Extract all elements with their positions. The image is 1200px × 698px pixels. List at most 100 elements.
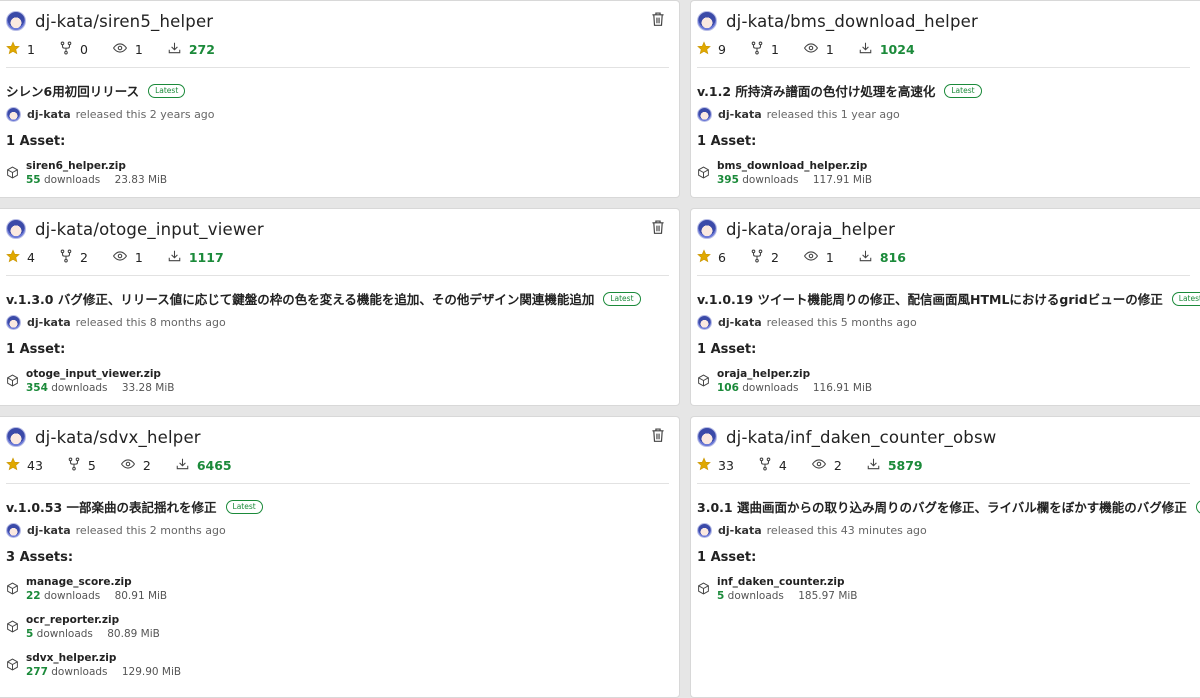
release-author: dj-kata released this 2 months ago (6, 523, 226, 538)
release-row: v.1.3.0 バグ修正、リリース値に応じて鍵盤の枠の色を変える機能を追加、その… (6, 289, 669, 308)
star-icon (6, 248, 27, 266)
release-title[interactable]: v.1.2 所持済み譜面の色付け処理を高速化 (697, 81, 935, 100)
star-icon (697, 456, 718, 474)
forks-count: 2 (79, 249, 88, 265)
stars-stat: 33 (697, 456, 734, 474)
asset-filename[interactable]: siren6_helper.zip (26, 159, 167, 173)
author-name[interactable]: dj-kata (718, 524, 762, 537)
asset-meta: 354 downloads 33.28 MiB (26, 381, 174, 396)
asset-item[interactable]: otoge_input_viewer.zip 354 downloads 33.… (6, 367, 174, 396)
repo-card: dj-kata/siren5_helper 1 0 1 272 シレン6用初回リ… (0, 0, 680, 198)
asset-download-count: 277 (26, 666, 48, 678)
watchers-stat: 1 (803, 41, 834, 58)
asset-filename[interactable]: ocr_reporter.zip (26, 613, 160, 627)
release-title[interactable]: v.1.3.0 バグ修正、リリース値に応じて鍵盤の枠の色を変える機能を追加、その… (6, 289, 594, 308)
watchers-stat: 1 (803, 249, 834, 266)
stars-stat: 6 (697, 248, 726, 266)
stars-count: 1 (27, 41, 35, 57)
asset-filename[interactable]: oraja_helper.zip (717, 367, 872, 381)
asset-filename[interactable]: otoge_input_viewer.zip (26, 367, 174, 381)
repo-stats: 9 1 1 1024 (697, 40, 939, 58)
asset-size: 80.91 MiB (114, 590, 168, 602)
asset-item[interactable]: ocr_reporter.zip 5 downloads 80.89 MiB (6, 613, 160, 642)
repo-name[interactable]: dj-kata/otoge_input_viewer (35, 220, 264, 239)
asset-filename[interactable]: bms_download_helper.zip (717, 159, 872, 173)
asset-item[interactable]: manage_score.zip 22 downloads 80.91 MiB (6, 575, 167, 604)
owner-avatar[interactable] (6, 219, 26, 239)
owner-avatar[interactable] (6, 11, 26, 31)
author-avatar[interactable] (6, 107, 21, 122)
assets-heading: 1 Asset: (697, 134, 757, 149)
forks-stat: 2 (750, 249, 779, 266)
fork-icon (750, 41, 771, 58)
stars-stat: 4 (6, 248, 35, 266)
asset-size: 23.83 MiB (114, 174, 168, 186)
downloads-count: 6465 (196, 457, 232, 473)
asset-item[interactable]: oraja_helper.zip 106 downloads 116.91 Mi… (697, 367, 872, 396)
star-icon (6, 456, 27, 474)
asset-downloads-label: downloads (43, 174, 101, 186)
repo-name[interactable]: dj-kata/inf_daken_counter_obsw (726, 428, 996, 447)
author-name[interactable]: dj-kata (718, 108, 762, 121)
asset-filename[interactable]: sdvx_helper.zip (26, 651, 181, 665)
asset-filename[interactable]: inf_daken_counter.zip (717, 575, 858, 589)
asset-downloads-label: downloads (51, 382, 108, 394)
author-avatar[interactable] (697, 107, 712, 122)
asset-item[interactable]: siren6_helper.zip 55 downloads 23.83 MiB (6, 159, 167, 188)
trash-icon[interactable] (651, 219, 669, 237)
repo-name[interactable]: dj-kata/bms_download_helper (726, 12, 978, 31)
forks-count: 4 (778, 457, 787, 473)
release-row: v.1.0.53 一部楽曲の表記揺れを修正 Latest (6, 497, 669, 516)
repo-name[interactable]: dj-kata/siren5_helper (35, 12, 213, 31)
watchers-stat: 2 (120, 457, 151, 474)
repo-card: dj-kata/bms_download_helper 9 1 1 1024 v… (690, 0, 1200, 198)
owner-avatar[interactable] (697, 427, 717, 447)
owner-avatar[interactable] (6, 427, 26, 447)
trash-icon[interactable] (651, 427, 669, 445)
author-name[interactable]: dj-kata (27, 524, 71, 537)
package-icon (697, 575, 710, 599)
eye-icon (112, 41, 135, 58)
asset-download-count: 395 (717, 174, 739, 186)
divider (6, 483, 669, 484)
author-avatar[interactable] (6, 523, 21, 538)
release-title[interactable]: シレン6用初回リリース (6, 81, 139, 100)
asset-size: 129.90 MiB (121, 666, 182, 678)
asset-item[interactable]: inf_daken_counter.zip 5 downloads 185.97… (697, 575, 858, 604)
assets-heading: 1 Asset: (6, 342, 66, 357)
author-name[interactable]: dj-kata (27, 316, 71, 329)
release-title[interactable]: v.1.0.53 一部楽曲の表記揺れを修正 (6, 497, 217, 516)
stars-stat: 1 (6, 40, 35, 58)
author-avatar[interactable] (6, 315, 21, 330)
author-avatar[interactable] (697, 523, 712, 538)
repo-name[interactable]: dj-kata/oraja_helper (726, 220, 895, 239)
owner-avatar[interactable] (697, 219, 717, 239)
fork-icon (59, 249, 80, 266)
author-name[interactable]: dj-kata (718, 316, 762, 329)
release-title[interactable]: 3.0.1 選曲画面からの取り込み周りのバグを修正、ライバル欄をぼかす機能のバグ… (697, 497, 1187, 516)
asset-item[interactable]: bms_download_helper.zip 395 downloads 11… (697, 159, 872, 188)
owner-avatar[interactable] (697, 11, 717, 31)
forks-stat: 5 (67, 457, 96, 474)
latest-badge: Latest (148, 83, 186, 98)
release-author: dj-kata released this 43 minutes ago (697, 523, 927, 538)
repo-stats: 4 2 1 1117 (6, 248, 248, 266)
trash-icon[interactable] (651, 11, 669, 29)
download-icon (866, 457, 888, 474)
star-icon (697, 40, 718, 58)
downloads-count: 1117 (188, 249, 224, 265)
package-icon (6, 651, 19, 675)
asset-filename[interactable]: manage_score.zip (26, 575, 167, 589)
divider (6, 67, 669, 68)
release-row: シレン6用初回リリース Latest (6, 81, 669, 100)
asset-downloads-label: downloads (742, 382, 799, 394)
assets-heading: 1 Asset: (697, 342, 757, 357)
author-avatar[interactable] (697, 315, 712, 330)
forks-stat: 4 (758, 457, 787, 474)
asset-item[interactable]: sdvx_helper.zip 277 downloads 129.90 MiB (6, 651, 181, 680)
repo-name[interactable]: dj-kata/sdvx_helper (35, 428, 201, 447)
release-author: dj-kata released this 5 months ago (697, 315, 917, 330)
package-icon (6, 575, 19, 599)
author-name[interactable]: dj-kata (27, 108, 71, 121)
release-title[interactable]: v.1.0.19 ツイート機能周りの修正、配信画面風HTMLにおけるgridビュ… (697, 289, 1163, 308)
